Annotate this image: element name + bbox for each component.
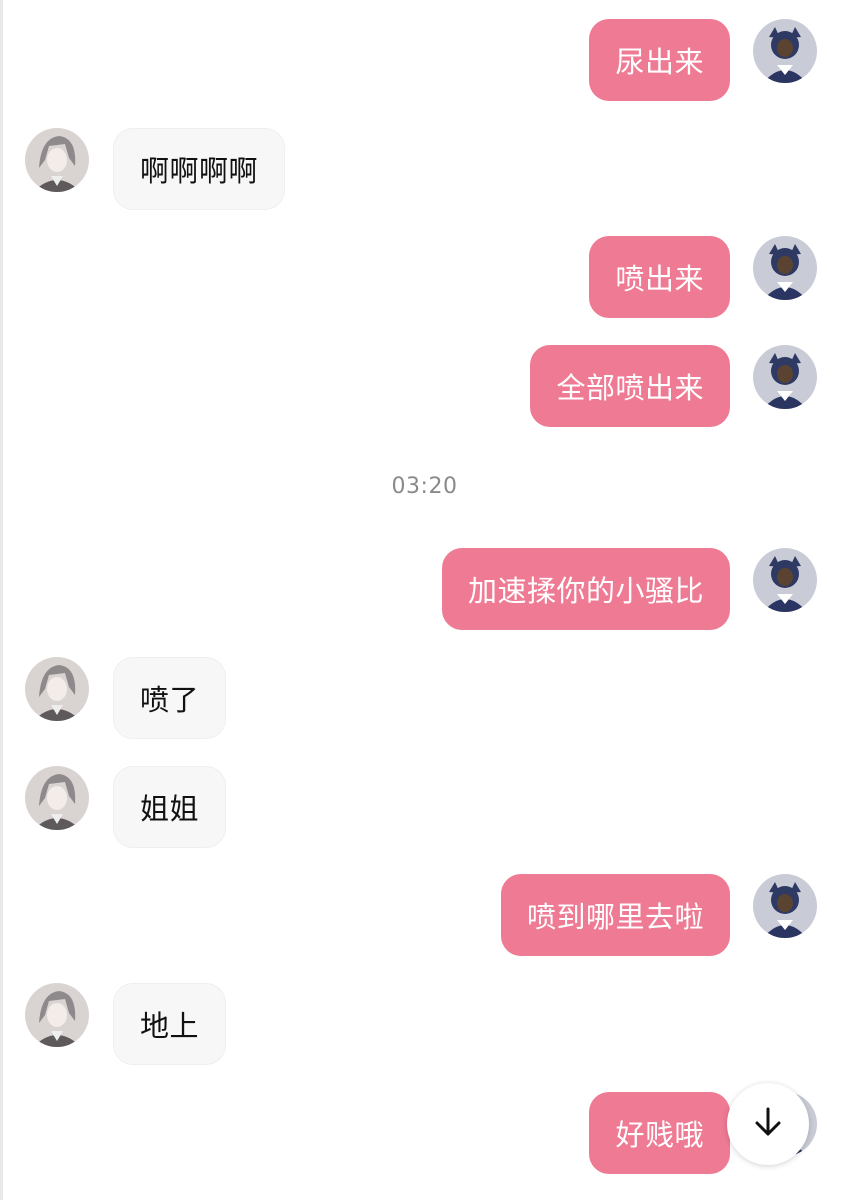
outgoing-message-bubble[interactable]: 加速揉你的小骚比 [441,548,730,630]
message-text: 加速揉你的小骚比 [467,574,704,608]
message-row-incoming: 喷了 [0,657,849,747]
message-row-outgoing: 全部喷出来 [0,345,849,435]
my-avatar[interactable] [753,548,817,612]
contact-avatar[interactable] [25,766,89,830]
my-avatar[interactable] [753,236,817,300]
message-row-outgoing: 尿出来 [0,19,849,109]
message-text: 尿出来 [615,45,704,79]
my-avatar[interactable] [753,874,817,938]
incoming-message-bubble[interactable]: 喷了 [113,657,227,739]
my-avatar[interactable] [753,19,817,83]
message-text: 全部喷出来 [556,371,704,405]
scroll-to-bottom-button[interactable] [727,1083,809,1165]
outgoing-message-bubble[interactable]: 好贱哦 [589,1092,730,1174]
my-avatar[interactable] [753,345,817,409]
contact-avatar[interactable] [25,983,89,1047]
arrow-down-icon [748,1102,788,1146]
outgoing-message-bubble[interactable]: 喷到哪里去啦 [500,874,730,956]
message-row-outgoing: 加速揉你的小骚比 [0,548,849,638]
outgoing-message-bubble[interactable]: 尿出来 [589,19,730,101]
incoming-message-bubble[interactable]: 地上 [113,983,227,1065]
contact-avatar[interactable] [25,657,89,721]
message-row-outgoing: 好贱哦 [0,1092,849,1182]
outgoing-message-bubble[interactable]: 全部喷出来 [530,345,730,427]
message-row-outgoing: 喷出来 [0,236,849,326]
message-row-incoming: 地上 [0,983,849,1073]
message-text: 喷了 [140,683,200,717]
chat-message-list[interactable]: 尿出来 啊啊啊啊 喷出来 全部喷出来 03:20 加速揉你的小骚比 喷了 姐姐 … [0,0,849,1200]
message-text: 喷出来 [615,262,704,296]
message-row-incoming: 啊啊啊啊 [0,128,849,218]
message-text: 啊啊啊啊 [140,154,259,188]
message-text: 地上 [140,1009,200,1043]
message-text: 喷到哪里去啦 [526,900,704,934]
incoming-message-bubble[interactable]: 姐姐 [113,766,227,848]
message-row-incoming: 姐姐 [0,766,849,856]
message-text: 姐姐 [140,792,200,826]
outgoing-message-bubble[interactable]: 喷出来 [589,236,730,318]
message-text: 好贱哦 [615,1118,704,1152]
chat-timestamp: 03:20 [391,474,458,499]
incoming-message-bubble[interactable]: 啊啊啊啊 [113,128,286,210]
message-row-outgoing: 喷到哪里去啦 [0,874,849,964]
contact-avatar[interactable] [25,128,89,192]
